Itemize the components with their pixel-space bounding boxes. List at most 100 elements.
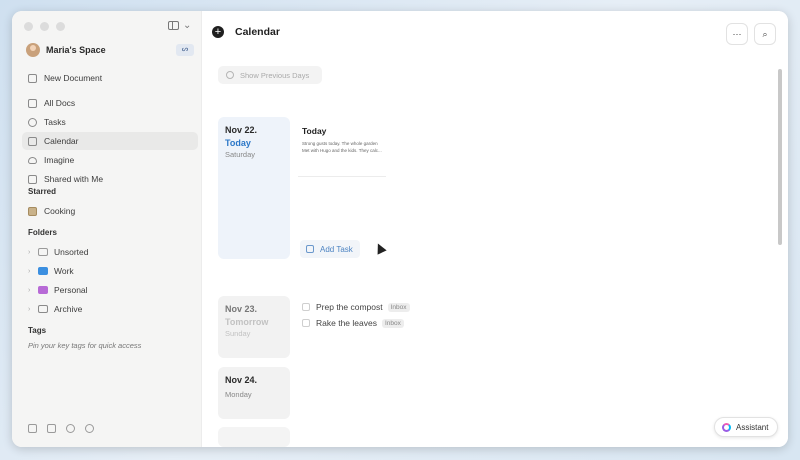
add-task-label: Add Task bbox=[320, 244, 353, 254]
sidebar-item-label: Imagine bbox=[44, 155, 75, 165]
day-weekday: Sunday bbox=[225, 329, 251, 338]
assistant-label: Assistant bbox=[736, 422, 769, 432]
work-folder-icon bbox=[38, 267, 48, 275]
chevron-right-icon[interactable]: › bbox=[28, 306, 36, 313]
folder-label: Work bbox=[54, 266, 74, 276]
chevron-right-icon[interactable]: › bbox=[28, 287, 36, 294]
day-date: Nov 24. bbox=[225, 375, 258, 385]
doc-preview-line: Strong gusts today. The whole garden bbox=[302, 141, 378, 146]
day-card-next[interactable] bbox=[218, 427, 290, 447]
new-document-icon bbox=[28, 73, 37, 83]
doc-preview-line: Met with Hugo and the kids. They calc... bbox=[302, 147, 382, 153]
folder-label: Personal bbox=[54, 285, 88, 295]
cloud-icon bbox=[28, 156, 37, 164]
folders-list: › Unsorted › Work › Personal › Archive bbox=[22, 243, 198, 319]
sidebar-item-label: All Docs bbox=[44, 98, 76, 108]
mouse-cursor-icon bbox=[373, 241, 387, 255]
cooking-icon bbox=[28, 206, 37, 216]
day-date: Nov 22. bbox=[225, 125, 258, 135]
settings-icon[interactable] bbox=[66, 424, 75, 433]
starred-list: Cooking bbox=[22, 202, 198, 221]
sidebar-nav: All Docs Tasks Calendar Imagine Shared w… bbox=[22, 94, 198, 189]
scrollbar[interactable] bbox=[778, 69, 782, 245]
add-task-button[interactable]: Add Task bbox=[300, 240, 360, 258]
assistant-icon bbox=[722, 422, 731, 432]
app-window: ⌄ Maria's Space ᔕ New Document All Docs … bbox=[12, 11, 788, 447]
day-relative: Tomorrow bbox=[225, 317, 269, 327]
sidebar-item-tasks[interactable]: Tasks bbox=[22, 113, 198, 131]
space-name: Maria's Space bbox=[46, 45, 106, 55]
help-icon[interactable] bbox=[85, 424, 94, 433]
check-circle-icon bbox=[28, 117, 37, 127]
sidebar: ⌄ Maria's Space ᔕ New Document All Docs … bbox=[12, 11, 202, 447]
personal-folder-icon bbox=[38, 286, 48, 294]
sidebar-item-label: Calendar bbox=[44, 136, 79, 146]
assistant-button[interactable]: Assistant bbox=[714, 417, 778, 437]
folder-item-work[interactable]: › Work bbox=[22, 262, 198, 280]
folder-item-archive[interactable]: › Archive bbox=[22, 300, 198, 318]
docs-icon bbox=[28, 98, 37, 108]
doc-preview-card[interactable]: Today Strong gusts today. The whole gard… bbox=[298, 119, 386, 177]
sidebar-item-new-document[interactable]: New Document bbox=[22, 69, 198, 87]
sidebar-item-label: Shared with Me bbox=[44, 174, 104, 184]
trash-icon[interactable] bbox=[28, 424, 37, 433]
sidebar-item-label: Cooking bbox=[44, 206, 76, 216]
task-checkbox-icon bbox=[306, 245, 314, 253]
sidebar-item-label: New Document bbox=[44, 73, 103, 83]
inbox-icon bbox=[38, 248, 48, 256]
avatar bbox=[26, 43, 40, 57]
add-button[interactable]: + bbox=[212, 26, 224, 38]
tags-hint: Pin your key tags for quick access bbox=[28, 341, 142, 350]
starred-heading: Starred bbox=[28, 187, 57, 196]
folders-heading: Folders bbox=[28, 228, 57, 237]
sidebar-item-label: Tasks bbox=[44, 117, 66, 127]
close-window-icon[interactable] bbox=[24, 22, 33, 31]
day-card-tomorrow[interactable]: Nov 23. Tomorrow Sunday bbox=[218, 296, 290, 358]
task-label: Prep the compost bbox=[316, 302, 383, 312]
space-badge[interactable]: ᔕ bbox=[176, 44, 194, 56]
calendar-view: + Calendar ⋯ ⌕ Show Previous Days Nov 22… bbox=[202, 11, 788, 447]
day-card-nov-24[interactable]: Nov 24. Monday bbox=[218, 367, 290, 419]
shared-icon bbox=[28, 174, 37, 184]
zoom-window-icon[interactable] bbox=[56, 22, 65, 31]
sidebar-item-imagine[interactable]: Imagine bbox=[22, 151, 198, 169]
task-item[interactable]: Rake the leaves Inbox bbox=[302, 316, 404, 330]
task-item[interactable]: Prep the compost Inbox bbox=[302, 300, 410, 314]
folder-item-personal[interactable]: › Personal bbox=[22, 281, 198, 299]
sidebar-item-cooking[interactable]: Cooking bbox=[22, 202, 198, 220]
day-weekday: Saturday bbox=[225, 150, 256, 159]
day-relative: Today bbox=[225, 138, 251, 148]
day-card-today[interactable]: Nov 22. Today Saturday bbox=[218, 117, 290, 259]
sidebar-item-all-docs[interactable]: All Docs bbox=[22, 94, 198, 112]
minimize-window-icon[interactable] bbox=[40, 22, 49, 31]
sidebar-item-shared-with-me[interactable]: Shared with Me bbox=[22, 170, 198, 188]
tags-heading: Tags bbox=[28, 326, 47, 335]
import-icon[interactable] bbox=[47, 424, 56, 433]
page-title: Calendar bbox=[235, 26, 280, 38]
toggle-sidebar-button[interactable]: ⌄ bbox=[168, 20, 191, 31]
show-previous-days-button[interactable]: Show Previous Days bbox=[218, 66, 322, 84]
more-options-button[interactable]: ⋯ bbox=[726, 23, 748, 45]
sidebar-icon bbox=[168, 21, 179, 30]
doc-preview-title: Today bbox=[302, 126, 327, 136]
task-checkbox[interactable] bbox=[302, 319, 310, 327]
folder-label: Unsorted bbox=[54, 247, 89, 257]
show-previous-label: Show Previous Days bbox=[240, 70, 310, 80]
window-controls bbox=[24, 22, 65, 31]
sidebar-item-calendar[interactable]: Calendar bbox=[22, 132, 198, 150]
day-weekday: Monday bbox=[225, 390, 252, 399]
chevron-down-icon: ⌄ bbox=[183, 20, 192, 31]
task-tag: Inbox bbox=[387, 302, 410, 312]
space-switcher[interactable]: Maria's Space ᔕ bbox=[26, 41, 194, 59]
task-tag: Inbox bbox=[381, 318, 404, 328]
day-date: Nov 23. bbox=[225, 304, 258, 314]
clock-icon bbox=[226, 71, 234, 79]
folder-item-unsorted[interactable]: › Unsorted bbox=[22, 243, 198, 261]
search-button[interactable]: ⌕ bbox=[754, 23, 776, 45]
chevron-right-icon[interactable]: › bbox=[28, 249, 36, 256]
archive-icon bbox=[38, 305, 48, 313]
task-checkbox[interactable] bbox=[302, 303, 310, 311]
folder-label: Archive bbox=[54, 304, 83, 314]
chevron-right-icon[interactable]: › bbox=[28, 268, 36, 275]
sidebar-footer bbox=[28, 424, 94, 433]
